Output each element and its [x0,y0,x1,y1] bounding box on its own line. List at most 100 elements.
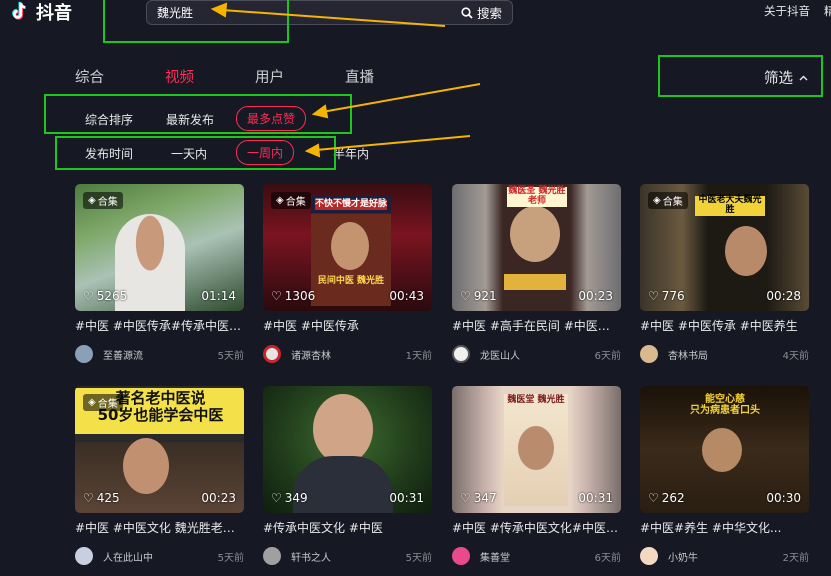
about-douyin-link[interactable]: 关于抖音 [764,3,810,19]
video-card[interactable]: 中医老大夫魏光胜 ◈ 合集 ♡ 776 00:28 #中医 #中医传承 #中医养生 … [640,184,809,364]
heart-icon: ♡ [271,289,282,303]
author-name[interactable]: 集善堂 [480,549,595,564]
layers-icon: ◈ [653,195,661,206]
video-card[interactable]: ◈ 合集 ♡ 5265 01:14 #中医 #中医传承#传承中医文... 至善源流 5… [75,184,244,364]
video-duration: 00:30 [766,491,801,505]
author-name[interactable]: 诸源杏林 [291,347,406,362]
like-count: ♡ 349 [271,491,308,505]
layers-icon: ◈ [276,195,284,206]
video-card[interactable]: 魏医圣 魏光胜老师 ♡ 921 00:23 #中医 #高手在民间 #中医传承 龙医… [452,184,621,364]
annotation-box-time [55,136,336,170]
overlay-caption: 不快不慢才是好脉 [315,199,388,210]
avatar[interactable] [640,547,658,565]
video-duration: 00:23 [201,491,236,505]
video-description[interactable]: #传承中医文化 #中医 [263,519,432,536]
annotation-box-search [103,0,289,43]
video-duration: 00:28 [766,289,801,303]
video-description[interactable]: #中医#养生 #中华文化... [640,519,809,536]
person-body [293,456,393,513]
person-face [123,438,169,494]
overlay-caption: 能空心慈 只为病患者口头 [690,394,760,416]
video-description[interactable]: #中医 #高手在民间 #中医传承 [452,317,621,334]
collection-badge: ◈ 合集 [83,192,123,209]
like-value: 349 [284,491,308,505]
video-duration: 00:43 [389,289,424,303]
video-thumbnail[interactable]: 能空心慈 只为病患者口头 ♡ 262 00:30 [640,386,809,513]
collection-badge: ◈ 合集 [648,192,688,209]
video-card[interactable]: 著名老中医说 50岁也能学会中医 ◈ 合集 ♡ 425 00:23 #中医 #中医文化… [75,386,244,566]
video-card[interactable]: 魏医堂 魏光胜 ♡ 347 00:31 #中医 #传承中医文化#中医传... 集善… [452,386,621,566]
like-value: 1306 [284,289,316,303]
author-name[interactable]: 小奶牛 [668,549,783,564]
like-count: ♡ 262 [648,491,685,505]
author-name[interactable]: 至善源流 [103,347,218,362]
video-card[interactable]: ♡ 349 00:31 #传承中医文化 #中医 轩书之人 5天前 [263,386,432,566]
overlay-banner [504,274,566,290]
video-thumbnail[interactable]: ♡ 349 00:31 [263,386,432,513]
avatar[interactable] [75,345,93,363]
time-half-year[interactable]: 半年内 [333,145,369,162]
video-description[interactable]: #中医 #中医文化 魏光胜老中... [75,519,244,536]
overlay-caption: 魏医堂 魏光胜 [507,395,565,405]
video-thumbnail[interactable]: 中医老大夫魏光胜 ◈ 合集 ♡ 776 00:28 [640,184,809,311]
person-face [331,222,369,270]
person-face [510,206,560,262]
heart-icon: ♡ [648,289,659,303]
video-duration: 00:31 [578,491,613,505]
tab-video[interactable]: 视频 [165,66,194,87]
tab-comprehensive[interactable]: 综合 [75,66,104,87]
heart-icon: ♡ [271,491,282,505]
like-value: 5265 [96,289,128,303]
video-description[interactable]: #中医 #传承中医文化#中医传... [452,519,621,536]
avatar[interactable] [452,547,470,565]
collection-label: 合集 [662,197,683,208]
post-time: 1天前 [405,350,432,362]
search-button[interactable]: 搜索 [451,1,512,24]
video-duration: 01:14 [201,289,236,303]
video-card[interactable]: 不快不慢才是好脉 民间中医 魏光胜 ◈ 合集 ♡ 1306 00:43 #中医 #中… [263,184,432,364]
video-duration: 00:31 [389,491,424,505]
author-name[interactable]: 杏林书局 [668,347,783,362]
post-time: 2天前 [782,552,809,564]
avatar[interactable] [263,345,281,363]
avatar[interactable] [452,345,470,363]
avatar[interactable] [640,345,658,363]
heart-icon: ♡ [83,491,94,505]
video-card[interactable]: 能空心慈 只为病患者口头 ♡ 262 00:30 #中医#养生 #中华文化... 小… [640,386,809,566]
like-value: 425 [96,491,120,505]
video-thumbnail[interactable]: 魏医堂 魏光胜 ♡ 347 00:31 [452,386,621,513]
author-name[interactable]: 人在此山中 [103,549,218,564]
search-icon [461,6,473,19]
post-time: 4天前 [782,350,809,362]
video-thumbnail[interactable]: 魏医圣 魏光胜老师 ♡ 921 00:23 [452,184,621,311]
video-description[interactable]: #中医 #中医传承 #中医养生 [640,317,809,334]
tab-live[interactable]: 直播 [345,66,374,87]
video-thumbnail[interactable]: 不快不慢才是好脉 民间中医 魏光胜 ◈ 合集 ♡ 1306 00:43 [263,184,432,311]
author-name[interactable]: 轩书之人 [291,549,406,564]
author-name[interactable]: 龙医山人 [480,347,595,362]
video-thumbnail[interactable]: 著名老中医说 50岁也能学会中医 ◈ 合集 ♡ 425 00:23 [75,386,244,513]
search-button-label: 搜索 [476,6,502,21]
like-count: ♡ 5265 [83,289,127,303]
like-value: 776 [661,289,685,303]
annotation-box-filter [658,55,823,97]
video-description[interactable]: #中医 #中医传承#传承中医文... [75,317,244,334]
avatar[interactable] [75,547,93,565]
like-count: ♡ 425 [83,491,120,505]
person-face [313,394,373,464]
more-link[interactable]: 精 [824,3,831,19]
collection-label: 合集 [285,197,306,208]
video-description[interactable]: #中医 #中医传承 [263,317,432,334]
heart-icon: ♡ [83,289,94,303]
post-time: 5天前 [217,350,244,362]
like-value: 262 [661,491,685,505]
tab-user[interactable]: 用户 [255,66,284,87]
layers-icon: ◈ [88,195,96,206]
post-time: 6天前 [594,350,621,362]
person-face [518,426,554,470]
douyin-logo[interactable]: 抖音 [8,0,72,24]
like-value: 921 [473,289,497,303]
video-thumbnail[interactable]: ◈ 合集 ♡ 5265 01:14 [75,184,244,311]
collection-label: 合集 [97,197,118,208]
avatar[interactable] [263,547,281,565]
